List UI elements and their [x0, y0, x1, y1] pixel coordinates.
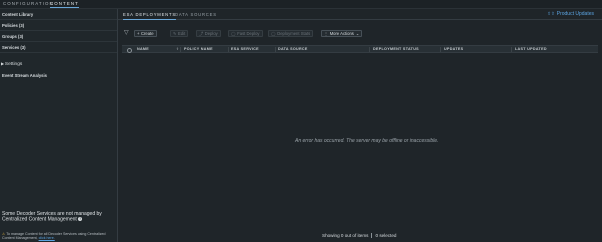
- nav-configuration[interactable]: CONFIGURATION: [3, 1, 54, 6]
- deploy-button-label: Deploy: [204, 31, 218, 36]
- table-header: NAME ⇧ POLICY NAME ESA SERVICE DATA SOUR…: [122, 45, 598, 53]
- upload-icon: ⇧⇧: [547, 11, 555, 16]
- divider: [0, 19, 117, 20]
- edit-button[interactable]: ✎ Edit: [170, 30, 189, 37]
- column-header-deployment-status[interactable]: DEPLOYMENT STATUS: [373, 47, 419, 51]
- sort-up-icon[interactable]: ⇧: [176, 47, 179, 51]
- sidebar-item-groups[interactable]: Groups (3): [2, 34, 23, 39]
- product-updates-link[interactable]: ⇧⇧ Product Updates: [547, 11, 594, 17]
- manage-content-note: ⚠To manage Content for all Decoder Servi…: [2, 232, 116, 240]
- chevron-right-icon: ▶: [1, 62, 4, 66]
- plus-icon: +: [137, 31, 140, 36]
- chevron-down-icon: ⌄: [355, 31, 360, 36]
- table-footer: Showing 0 out of items 0 selected: [322, 233, 397, 239]
- column-header-policy-name[interactable]: POLICY NAME: [184, 47, 213, 51]
- column-divider: [180, 47, 181, 52]
- divider: [0, 52, 117, 53]
- sidebar-item-services[interactable]: Services (3): [2, 45, 26, 50]
- showing-count: Showing 0 out of items: [322, 233, 369, 238]
- sidebar-item-content-library[interactable]: Content Library: [2, 12, 33, 17]
- sidebar-item-esa[interactable]: Event Stream Analysis: [2, 73, 47, 78]
- sidebar-settings-label: Settings: [4, 62, 23, 67]
- help-icon[interactable]: ?: [78, 217, 83, 222]
- column-divider: [440, 47, 441, 52]
- divider: [371, 233, 373, 239]
- more-actions-button-label: More Actions: [329, 31, 354, 36]
- product-updates-label: Product Updates: [556, 11, 594, 17]
- column-header-data-source[interactable]: DATA SOURCE: [278, 47, 308, 51]
- deployment-stats-button[interactable]: ◯ Deployment Stats: [268, 30, 314, 37]
- decoder-warning-text: Some Decoder Services are not managed by…: [2, 211, 102, 223]
- select-all-checkbox[interactable]: [127, 47, 132, 53]
- sidebar-item-policies[interactable]: Policies (3): [2, 23, 24, 28]
- create-button-label: Create: [140, 31, 154, 36]
- column-header-name[interactable]: NAME: [137, 47, 149, 51]
- column-divider: [511, 47, 512, 52]
- column-divider: [369, 47, 370, 52]
- column-divider: [228, 47, 229, 52]
- nav-content[interactable]: CONTENT: [50, 1, 79, 8]
- click-here-link[interactable]: click here.: [39, 236, 55, 240]
- fast-deploy-button[interactable]: ◯ Fast Deploy: [228, 30, 263, 37]
- kebab-icon: ⋮: [324, 31, 329, 36]
- sidebar: Content Library Policies (3) Groups (3) …: [0, 9, 118, 242]
- tab-data-sources[interactable]: DATA SOURCES: [175, 12, 217, 17]
- filter-icon[interactable]: ▽: [124, 30, 129, 37]
- pencil-icon: ✎: [173, 31, 177, 36]
- more-actions-button[interactable]: ⋮ More Actions ⌄: [321, 30, 363, 37]
- top-nav-bar: CONFIGURATION CONTENT: [0, 0, 602, 9]
- fast-deploy-icon: ◯: [231, 31, 236, 36]
- deployment-stats-button-label: Deployment Stats: [277, 31, 311, 36]
- column-header-esa-service[interactable]: ESA SERVICE: [231, 47, 259, 51]
- decoder-warning: Some Decoder Services are not managed by…: [2, 211, 116, 223]
- stats-icon: ◯: [271, 31, 276, 36]
- create-button[interactable]: + Create: [134, 30, 157, 37]
- selected-count: 0 selected: [375, 233, 397, 238]
- deploy-button[interactable]: ⤴ Deploy: [196, 30, 221, 37]
- divider: [0, 41, 117, 42]
- error-message: An error has occurred. The server may be…: [295, 138, 439, 144]
- deploy-icon: ⤴: [199, 31, 204, 36]
- tab-bar: ESA DEPLOYMENTS DATA SOURCES ⇧⇧ Product U…: [118, 9, 602, 20]
- sidebar-settings-toggle[interactable]: ▶Settings: [1, 61, 22, 67]
- fast-deploy-button-label: Fast Deploy: [237, 31, 260, 36]
- column-header-last-updated[interactable]: LAST UPDATED: [515, 47, 547, 51]
- edit-button-label: Edit: [178, 31, 186, 36]
- tab-esa-deployments[interactable]: ESA DEPLOYMENTS: [123, 12, 176, 20]
- column-header-updates[interactable]: UPDATES: [444, 47, 463, 51]
- divider: [0, 30, 117, 31]
- column-divider: [275, 47, 276, 52]
